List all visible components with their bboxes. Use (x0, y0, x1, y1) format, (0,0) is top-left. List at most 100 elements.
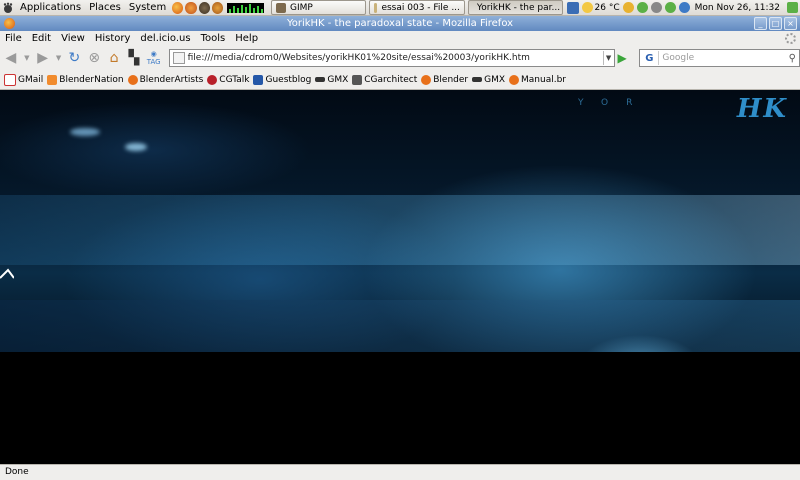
maximize-button[interactable]: □ (769, 17, 782, 30)
navigation-toolbar: ◀ ▼ ▶ ▼ ↻ ⊗ ⌂ ▚ ◉ TAG file:///media/cdrom… (0, 46, 800, 70)
status-bar: Done (0, 464, 800, 480)
network-icon[interactable] (636, 2, 648, 13)
banner-light-band (0, 195, 800, 265)
bookmarks-toolbar: GMail BlenderNation BlenderArtists CGTal… (0, 70, 800, 90)
close-button[interactable]: × (784, 17, 797, 30)
screen-icon[interactable] (678, 2, 690, 13)
status-text: Done (5, 467, 29, 477)
applications-menu[interactable]: Applications (16, 2, 85, 13)
rss-icon (47, 74, 58, 85)
blender-launcher-icon[interactable] (185, 1, 197, 14)
bookmark-gmail[interactable]: GMail (4, 73, 43, 86)
reload-icon: ↻ (68, 50, 81, 66)
site-logo[interactable]: HK (737, 94, 788, 124)
system-menu[interactable]: System (125, 2, 170, 13)
window-title: YorikHK - the paradoxal state - Mozilla … (286, 18, 514, 29)
home-button[interactable]: ⌂ (105, 49, 123, 67)
cgtalk-icon (207, 74, 218, 85)
menu-history[interactable]: History (90, 33, 136, 44)
blender-icon (421, 74, 432, 85)
taskbar-item-gimp[interactable]: GIMP (270, 0, 367, 15)
bookmark-cgtalk[interactable]: CGTalk (207, 74, 249, 85)
tag-icon: ◉ (150, 50, 157, 58)
system-tray: 26 °C Mon Nov 26, 11:32 (579, 2, 800, 13)
taskbar-item-firefox[interactable]: YorikHK - the par... (467, 0, 564, 15)
back-button[interactable]: ◀ (2, 49, 20, 67)
stop-button[interactable]: ⊗ (85, 49, 103, 67)
bookmark-manual-br[interactable]: Manual.br (509, 74, 566, 85)
cgarchitect-icon (352, 74, 363, 85)
gimp-launcher-icon[interactable] (198, 1, 210, 14)
weather-icon (581, 2, 593, 13)
search-placeholder: Google (662, 53, 695, 63)
url-bar[interactable]: file:///media/cdrom0/Websites/yorikHK01%… (168, 49, 615, 67)
menu-file[interactable]: File (0, 33, 27, 44)
weather-temperature[interactable]: 26 °C (595, 3, 620, 13)
gimp-icon (275, 2, 286, 13)
go-arrow-icon: ▶ (617, 51, 627, 65)
minimize-button[interactable]: _ (754, 17, 767, 30)
menu-bar: File Edit View History del.icio.us Tools… (0, 31, 800, 46)
gmx-icon (472, 77, 483, 82)
url-text: file:///media/cdrom0/Websites/yorikHK01%… (187, 53, 530, 63)
banner-floor (0, 300, 800, 352)
firefox-launcher-icon[interactable] (172, 1, 184, 14)
workspace-switcher[interactable] (567, 1, 579, 14)
app-launcher-icon[interactable] (211, 1, 223, 14)
bookmark-cgarchitect[interactable]: CGarchitect (352, 74, 417, 85)
system-monitor-graph (226, 2, 264, 13)
forward-arrow-icon: ▶ (37, 50, 49, 66)
bookmark-gmx-2[interactable]: GMX (472, 75, 505, 85)
menu-edit[interactable]: Edit (27, 33, 56, 44)
page-content: YOR HK (0, 90, 800, 464)
back-arrow-icon: ◀ (5, 50, 17, 66)
menu-tools[interactable]: Tools (196, 33, 231, 44)
window-controls: _ □ × (752, 17, 797, 30)
bookmark-blendernation[interactable]: BlenderNation (47, 74, 124, 85)
volume-icon[interactable] (650, 2, 662, 13)
home-icon: ⌂ (109, 50, 119, 66)
logo-faint-text: YOR (578, 98, 651, 108)
folder-icon (374, 2, 378, 13)
gmx-icon (315, 77, 326, 82)
run-icon[interactable] (787, 2, 799, 13)
delicious-icon: ▚ (128, 50, 140, 66)
search-box[interactable]: G Google ⚲ (639, 49, 800, 67)
gnome-top-panel: Applications Places System GIMP essai 00… (0, 0, 800, 16)
bookmark-blenderartists[interactable]: BlenderArtists (127, 74, 203, 85)
go-button[interactable]: ▶ (618, 51, 632, 65)
places-menu[interactable]: Places (85, 2, 125, 13)
blender-icon (509, 74, 520, 85)
menu-help[interactable]: Help (230, 33, 263, 44)
notes-icon[interactable] (622, 2, 634, 13)
reload-button[interactable]: ↻ (65, 49, 83, 67)
menu-delicious[interactable]: del.icio.us (135, 33, 195, 44)
stop-icon: ⊗ (88, 50, 101, 66)
bookmark-guestblog[interactable]: Guestblog (253, 74, 311, 85)
banner-glow (125, 143, 147, 151)
delicious-button[interactable]: ▚ (125, 49, 143, 67)
page-favicon (172, 52, 185, 64)
gmail-icon (4, 73, 16, 86)
search-icon[interactable]: ⚲ (789, 53, 796, 64)
forward-history-dropdown[interactable]: ▼ (54, 49, 64, 67)
window-title-bar[interactable]: YorikHK - the paradoxal state - Mozilla … (0, 16, 800, 31)
update-icon[interactable] (664, 2, 676, 13)
back-history-dropdown[interactable]: ▼ (22, 49, 32, 67)
blog-icon (253, 74, 264, 85)
url-history-dropdown[interactable]: ▼ (602, 51, 614, 65)
search-engine-google-icon[interactable]: G (640, 51, 660, 65)
taskbar-item-file-manager[interactable]: essai 003 - File ... (369, 0, 465, 15)
tag-button[interactable]: ◉ TAG (145, 49, 163, 67)
bookmark-blender[interactable]: Blender (421, 74, 468, 85)
menu-view[interactable]: View (56, 33, 90, 44)
forward-button[interactable]: ▶ (34, 49, 52, 67)
firefox-icon (4, 18, 15, 29)
bookmark-gmx[interactable]: GMX (315, 75, 348, 85)
left-arrow-mark-icon (0, 268, 14, 279)
yorikhk-banner-image: YOR HK (0, 90, 800, 352)
throbber-icon (785, 33, 796, 44)
gnome-foot-icon[interactable] (2, 2, 14, 14)
blender-icon (127, 74, 138, 85)
clock[interactable]: Mon Nov 26, 11:32 (695, 3, 780, 13)
